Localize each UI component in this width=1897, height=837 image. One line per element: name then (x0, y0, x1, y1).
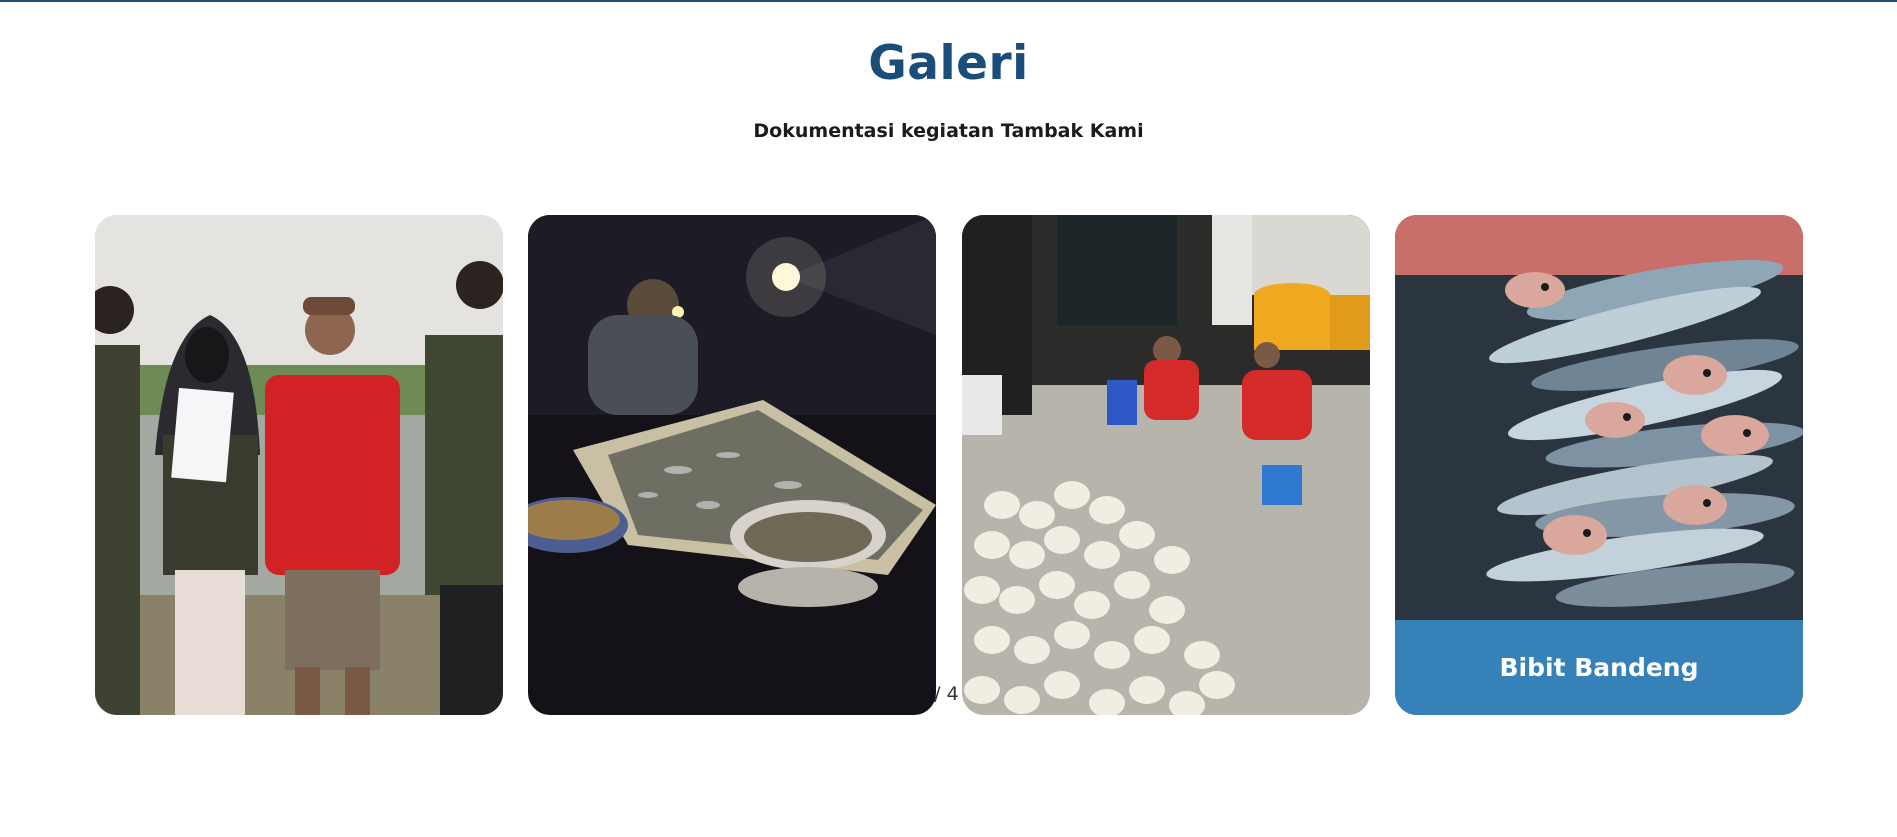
gallery-card-2[interactable] (528, 215, 936, 715)
night-sorting-image (528, 215, 936, 715)
gallery-card-1[interactable] (95, 215, 503, 715)
group-photo-image (95, 215, 503, 715)
gallery-card-3[interactable] (962, 215, 1370, 715)
card-caption-text: Bibit Bandeng (1499, 653, 1699, 682)
card-caption-bar: Bibit Bandeng (1395, 620, 1803, 715)
top-divider (0, 0, 1897, 2)
gallery-subtitle: Dokumentasi kegiatan Tambak Kami (753, 120, 1144, 142)
gallery-title: Galeri (868, 36, 1029, 91)
workers-image (962, 215, 1370, 715)
gallery-card-4[interactable]: Bibit Bandeng (1395, 215, 1803, 715)
